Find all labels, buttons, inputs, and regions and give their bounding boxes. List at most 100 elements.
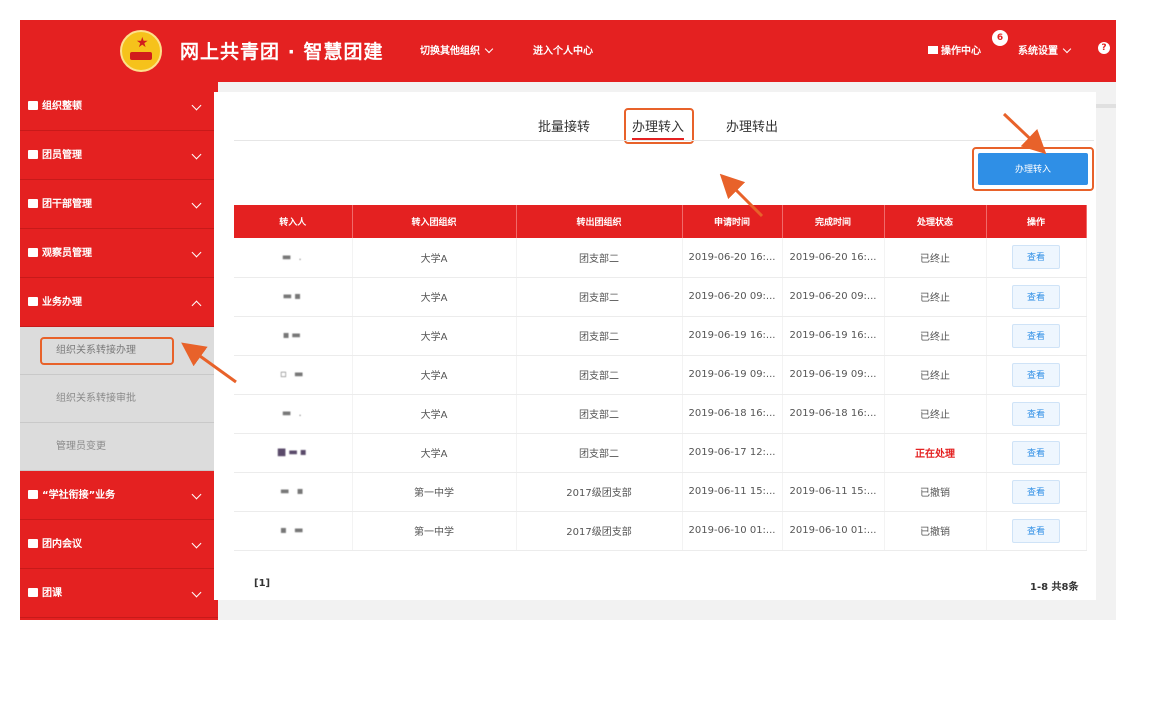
chevron-down-icon <box>191 100 202 111</box>
org-in-cell: 大学A <box>352 238 517 278</box>
tab-batch-transfer[interactable]: 批量接转 <box>538 116 590 135</box>
top-header: ★ 网上共青团 · 智慧团建 切换其他组织 进入个人中心 操作中心 6 系统设置… <box>20 20 1116 82</box>
redacted-name: ▬ . <box>281 408 304 419</box>
applicant-name-redacted: ▪▬ <box>234 316 353 356</box>
action-cell: 查看 <box>986 511 1087 551</box>
table-row: ■▬▪ 大学A 团支部二 2019-06-17 12:... 正在处理 查看 <box>234 433 1087 473</box>
chevron-down-icon <box>1062 44 1072 54</box>
sidebar-subitem-transfer-handle[interactable]: 组织关系转接办理 <box>20 327 218 375</box>
view-button[interactable]: 查看 <box>1012 479 1060 504</box>
notification-badge: 6 <box>992 30 1008 46</box>
view-button[interactable]: 查看 <box>1012 518 1060 543</box>
status-cell: 已终止 <box>884 355 987 395</box>
applicant-name-redacted: ▬▪ <box>234 277 353 317</box>
column-header: 操作 <box>986 205 1087 238</box>
applicant-name-redacted: ■▬▪ <box>234 433 353 473</box>
redacted-name: ■▬▪ <box>276 447 309 458</box>
action-cell: 查看 <box>986 277 1087 317</box>
chevron-down-icon <box>484 44 494 54</box>
table-row: ▪ ▬ 第一中学 2017级团支部 2019-06-10 01:... 2019… <box>234 511 1087 551</box>
completed-time-cell: 2019-06-20 16:... <box>782 238 885 278</box>
status-cell: 已终止 <box>884 316 987 356</box>
pagination[interactable]: [1] <box>254 578 270 589</box>
org-in-cell: 大学A <box>352 316 517 356</box>
sidebar-item-lessons[interactable]: 团课 <box>20 569 218 618</box>
menu-icon <box>28 297 38 306</box>
sidebar-item-label: 团干部管理 <box>42 199 92 210</box>
tab-transfer-out[interactable]: 办理转出 <box>726 116 778 135</box>
applied-time-cell: 2019-06-17 12:... <box>682 433 783 473</box>
sidebar-item-cadre-mgmt[interactable]: 团干部管理 <box>20 180 218 229</box>
chevron-down-icon <box>191 247 202 258</box>
view-button[interactable]: 查看 <box>1012 440 1060 465</box>
action-cell: 查看 <box>986 355 1087 395</box>
chevron-down-icon <box>191 538 202 549</box>
status-cell: 正在处理 <box>884 433 987 473</box>
sidebar-subitem-admin-change[interactable]: 管理员变更 <box>20 423 218 471</box>
redacted-name: ▬▪ <box>282 291 303 302</box>
org-in-cell: 第一中学 <box>352 511 517 551</box>
tabs-divider <box>234 140 1094 141</box>
org-out-cell: 团支部二 <box>516 316 683 356</box>
completed-time-cell: 2019-06-11 15:... <box>782 472 885 512</box>
sidebar-item-meetings[interactable]: 团内会议 <box>20 520 218 569</box>
applied-time-cell: 2019-06-11 15:... <box>682 472 783 512</box>
transfer-table: 转入人 转入团组织 转出团组织 申请时间 完成时间 处理状态 操作 ▬ . 大学… <box>234 205 1087 551</box>
action-cell: 查看 <box>986 433 1087 473</box>
star-icon: ★ <box>136 35 149 51</box>
action-cell: 查看 <box>986 472 1087 512</box>
league-emblem-logo: ★ <box>120 30 162 72</box>
users-icon <box>28 248 38 257</box>
video-icon <box>28 588 38 597</box>
view-button[interactable]: 查看 <box>1012 284 1060 309</box>
applicant-name-redacted: ▬ . <box>234 238 353 278</box>
org-out-cell: 团支部二 <box>516 355 683 395</box>
switch-org-dropdown[interactable]: 切换其他组织 <box>420 42 494 57</box>
view-button[interactable]: 查看 <box>1012 245 1060 270</box>
app-title: 网上共青团 · 智慧团建 <box>180 41 384 63</box>
chevron-up-icon <box>191 300 202 311</box>
sidebar-item-label: 组织整顿 <box>42 101 82 112</box>
chart-icon <box>28 101 38 110</box>
redacted-name: ▪ ▬ <box>280 525 306 536</box>
org-in-cell: 第一中学 <box>352 472 517 512</box>
personal-center-link[interactable]: 进入个人中心 <box>533 42 593 57</box>
view-button[interactable]: 查看 <box>1012 323 1060 348</box>
org-in-cell: 大学A <box>352 394 517 434</box>
transfer-in-button[interactable]: 办理转入 <box>978 153 1088 185</box>
view-button[interactable]: 查看 <box>1012 362 1060 387</box>
annotation-highlight-box <box>40 337 174 365</box>
redacted-name: ▬ . <box>281 251 304 263</box>
system-settings-dropdown[interactable]: 系统设置 <box>1018 42 1072 57</box>
sidebar-item-label: 团内会议 <box>42 539 82 550</box>
chevron-down-icon <box>191 198 202 209</box>
column-header: 转出团组织 <box>516 205 683 238</box>
help-icon[interactable]: ? <box>1098 42 1110 54</box>
sidebar-subitem-label: 组织关系转接审批 <box>56 393 136 404</box>
sidebar-item-org-rectify[interactable]: 组织整顿 <box>20 82 218 131</box>
action-cell: 查看 <box>986 238 1087 278</box>
mail-icon <box>928 46 938 54</box>
table-header-row: 转入人 转入团组织 转出团组织 申请时间 完成时间 处理状态 操作 <box>234 205 1087 238</box>
ops-center-label: 操作中心 <box>941 46 981 57</box>
applied-time-cell: 2019-06-20 16:... <box>682 238 783 278</box>
org-out-cell: 团支部二 <box>516 277 683 317</box>
chevron-down-icon <box>191 587 202 598</box>
applied-time-cell: 2019-06-20 09:... <box>682 277 783 317</box>
column-header: 申请时间 <box>682 205 783 238</box>
view-button[interactable]: 查看 <box>1012 401 1060 426</box>
status-cell: 已终止 <box>884 394 987 434</box>
menu-icon <box>28 490 38 499</box>
sidebar-subitem-transfer-approve[interactable]: 组织关系转接审批 <box>20 375 218 423</box>
column-header: 处理状态 <box>884 205 987 238</box>
sidebar-item-member-mgmt[interactable]: 团员管理 <box>20 131 218 180</box>
sidebar-item-observer-mgmt[interactable]: 观察员管理 <box>20 229 218 278</box>
completed-time-cell: 2019-06-20 09:... <box>782 277 885 317</box>
sidebar-item-school-link[interactable]: “学社衔接”业务 <box>20 471 218 520</box>
ops-center-link[interactable]: 操作中心 <box>928 42 981 57</box>
column-header: 转入团组织 <box>352 205 517 238</box>
sidebar-item-business[interactable]: 业务办理 <box>20 278 218 327</box>
redacted-name: ▬ ▪ <box>280 486 306 497</box>
action-cell: 查看 <box>986 394 1087 434</box>
applied-time-cell: 2019-06-19 09:... <box>682 355 783 395</box>
